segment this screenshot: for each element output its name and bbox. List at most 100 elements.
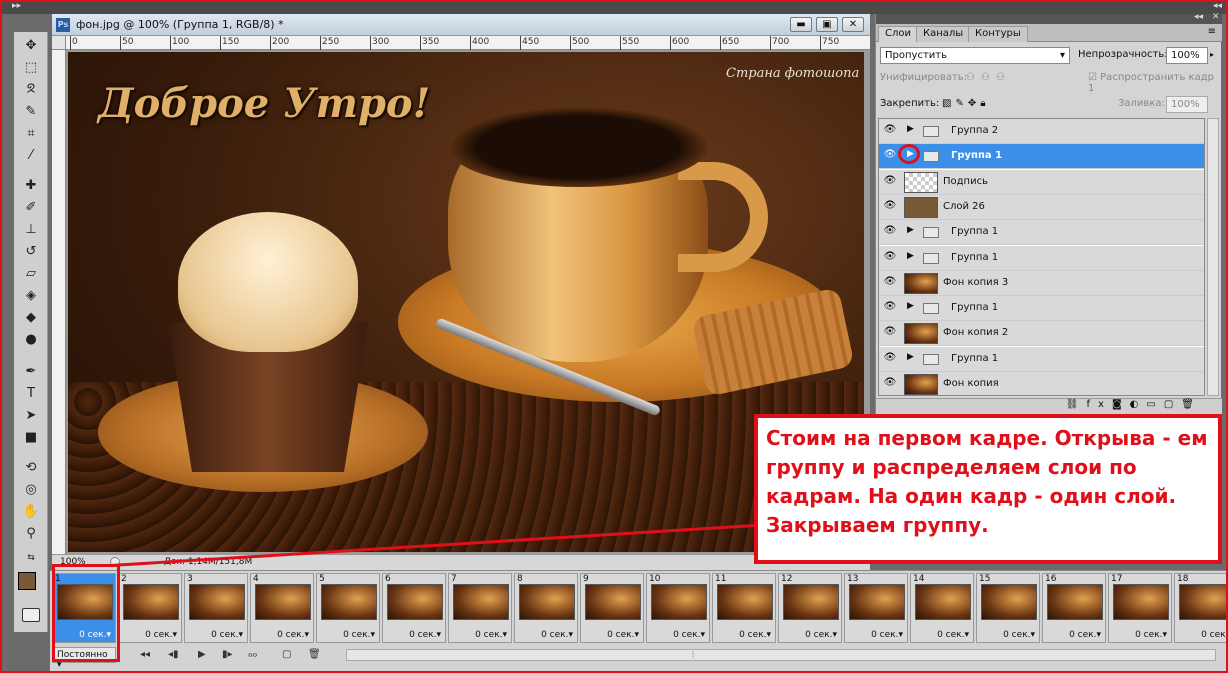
expand-triangle-icon[interactable]: ▶ <box>907 124 914 134</box>
eye-icon[interactable]: 👁︎ <box>882 301 898 315</box>
move-tool-icon[interactable]: ✥ <box>20 36 42 56</box>
eraser-tool-icon[interactable]: ▱ <box>20 264 42 284</box>
layer-row[interactable]: 👁︎ Фон копия 2 <box>879 321 1204 347</box>
type-tool-icon[interactable]: T <box>20 384 42 404</box>
document-titlebar[interactable]: Ps фон.jpg @ 100% (Группа 1, RGB/8) * ▬ … <box>52 14 870 36</box>
layer-row[interactable]: 👁︎ Подпись <box>879 169 1204 195</box>
unify-icons[interactable]: ⚇⚇⚇ <box>966 72 1011 83</box>
animation-frame[interactable]: 16 0 сек.▾ <box>1042 573 1106 643</box>
eye-icon[interactable]: 👁︎ <box>882 225 898 239</box>
animation-frame[interactable]: 5 0 сек.▾ <box>316 573 380 643</box>
frame-delay[interactable]: 0 сек.▾ <box>475 630 507 640</box>
frame-delay[interactable]: 0 сек.▾ <box>1201 630 1228 640</box>
layer-row[interactable]: 👁︎ ▶ Группа 1 <box>879 245 1204 271</box>
frame-delay[interactable]: 0 сек.▾ <box>739 630 771 640</box>
stamp-tool-icon[interactable]: ⊥ <box>20 220 42 240</box>
eye-icon[interactable]: 👁︎ <box>882 200 898 214</box>
swap-colors-icon[interactable]: ⇆ <box>20 548 42 568</box>
frame-delay[interactable]: 0 сек.▾ <box>541 630 573 640</box>
new-group-icon[interactable]: ▭ <box>1146 399 1163 410</box>
dodge-tool-icon[interactable]: ● <box>20 330 42 350</box>
lock-icons[interactable]: ▨✎✥🔒︎ <box>942 98 990 109</box>
animation-frame[interactable]: 10 0 сек.▾ <box>646 573 710 643</box>
eyedropper-tool-icon[interactable]: ⁄ <box>20 146 42 166</box>
layer-row[interactable]: 👁︎ ▶ Группа 1 <box>879 144 1204 170</box>
quick-mask-icon[interactable] <box>22 608 40 622</box>
ruler-corner[interactable] <box>52 36 66 50</box>
trash-icon[interactable]: 🗑︎ <box>1181 399 1202 410</box>
animation-frame[interactable]: 4 0 сек.▾ <box>250 573 314 643</box>
play-icon[interactable]: ▶ <box>198 649 206 660</box>
zoom-tool-icon[interactable]: ⚲ <box>20 524 42 544</box>
frame-delay[interactable]: 0 сек.▾ <box>607 630 639 640</box>
eye-icon[interactable]: 👁︎ <box>882 276 898 290</box>
animation-frame[interactable]: 3 0 сек.▾ <box>184 573 248 643</box>
eye-icon[interactable]: 👁︎ <box>882 326 898 340</box>
opacity-input[interactable]: 100% <box>1166 47 1208 64</box>
frame-delay[interactable]: 0 сек.▾ <box>343 630 375 640</box>
layer-row[interactable]: 👁︎ Фон копия 3 <box>879 270 1204 296</box>
frame-delay[interactable]: 0 сек.▾ <box>871 630 903 640</box>
delete-frame-icon[interactable]: 🗑︎ <box>308 649 321 660</box>
fx-icon[interactable]: fx <box>1087 399 1112 410</box>
adjustment-icon[interactable]: ◐ <box>1130 399 1147 410</box>
expand-triangle-icon[interactable]: ▶ <box>907 301 914 311</box>
animation-frame[interactable]: 18 0 сек.▾ <box>1174 573 1228 643</box>
pen-tool-icon[interactable]: ✒ <box>20 362 42 382</box>
bucket-tool-icon[interactable]: ◈ <box>20 286 42 306</box>
vertical-ruler[interactable] <box>52 50 66 554</box>
3d-orbit-tool-icon[interactable]: ◎ <box>20 480 42 500</box>
expand-triangle-icon[interactable]: ▶ <box>907 352 914 362</box>
layer-row[interactable]: 👁︎ ▶ Группа 1 <box>879 220 1204 246</box>
prev-frame-icon[interactable]: ◂▮ <box>168 649 179 660</box>
animation-frame[interactable]: 12 0 сек.▾ <box>778 573 842 643</box>
layer-row[interactable]: 👁︎ ▶ Группа 2 <box>879 119 1204 144</box>
eye-icon[interactable]: 👁︎ <box>882 175 898 189</box>
hand-tool-icon[interactable]: ✋ <box>20 502 42 522</box>
opacity-dropdown-icon[interactable]: ▸ <box>1210 50 1214 59</box>
tab-paths[interactable]: Контуры <box>968 26 1028 42</box>
layer-row[interactable]: 👁︎ Слой 26 <box>879 194 1204 220</box>
collapse-icon[interactable]: ▸▸ <box>12 1 21 11</box>
tween-icon[interactable]: ℴℴ <box>248 649 257 660</box>
animation-frame[interactable]: 11 0 сек.▾ <box>712 573 776 643</box>
link-icon[interactable]: ⛓ <box>1066 399 1087 410</box>
marquee-tool-icon[interactable]: ⬚ <box>20 58 42 78</box>
expand-triangle-icon[interactable]: ▶ <box>907 225 914 235</box>
animation-frame[interactable]: 6 0 сек.▾ <box>382 573 446 643</box>
frames-scrollbar[interactable]: ⦙ <box>346 649 1216 661</box>
eye-icon[interactable]: 👁︎ <box>882 251 898 265</box>
eye-icon[interactable]: 👁︎ <box>882 377 898 391</box>
first-frame-icon[interactable]: ◂◂ <box>140 649 150 660</box>
foreground-color-swatch[interactable] <box>18 572 36 590</box>
eye-icon[interactable]: 👁︎ <box>882 149 898 163</box>
new-layer-icon[interactable]: ▢ <box>1164 399 1181 410</box>
collapse-panels-icon[interactable]: ◂◂ <box>1213 1 1222 11</box>
animation-frame[interactable]: 9 0 сек.▾ <box>580 573 644 643</box>
blend-mode-select[interactable]: Пропустить ▾ <box>880 47 1070 64</box>
3d-rotate-tool-icon[interactable]: ⟲ <box>20 458 42 478</box>
expand-triangle-icon[interactable]: ▶ <box>907 251 914 261</box>
crop-tool-icon[interactable]: ⌗ <box>20 124 42 144</box>
mask-icon[interactable]: ◙ <box>1112 399 1130 410</box>
frame-delay[interactable]: 0 сек.▾ <box>1003 630 1035 640</box>
layer-row[interactable]: 👁︎ ▶ Группа 1 <box>879 346 1204 372</box>
healing-tool-icon[interactable]: ✚ <box>20 176 42 196</box>
layers-scrollbar[interactable] <box>1207 118 1219 396</box>
frame-delay[interactable]: 0 сек.▾ <box>805 630 837 640</box>
horizontal-ruler[interactable]: 0 50 100 150 200 250 300 350 400 450 500 550 600 650 7… <box>66 36 870 50</box>
animation-frame[interactable]: 7 0 сек.▾ <box>448 573 512 643</box>
close-button[interactable]: ✕ <box>842 17 864 32</box>
shape-tool-icon[interactable]: ■ <box>20 428 42 448</box>
frame-delay[interactable]: 0 сек.▾ <box>937 630 969 640</box>
frame-delay[interactable]: 0 сек.▾ <box>409 630 441 640</box>
next-frame-icon[interactable]: ▮▸ <box>222 649 233 660</box>
brush-tool-icon[interactable]: ✐ <box>20 198 42 218</box>
animation-frame[interactable]: 8 0 сек.▾ <box>514 573 578 643</box>
path-select-tool-icon[interactable]: ➤ <box>20 406 42 426</box>
duplicate-frame-icon[interactable]: ▢ <box>282 649 291 660</box>
panel-menu-icon[interactable]: ≡ <box>1208 26 1216 37</box>
frame-delay[interactable]: 0 сек.▾ <box>673 630 705 640</box>
blur-tool-icon[interactable]: ◆ <box>20 308 42 328</box>
maximize-button[interactable]: ▣ <box>816 17 838 32</box>
